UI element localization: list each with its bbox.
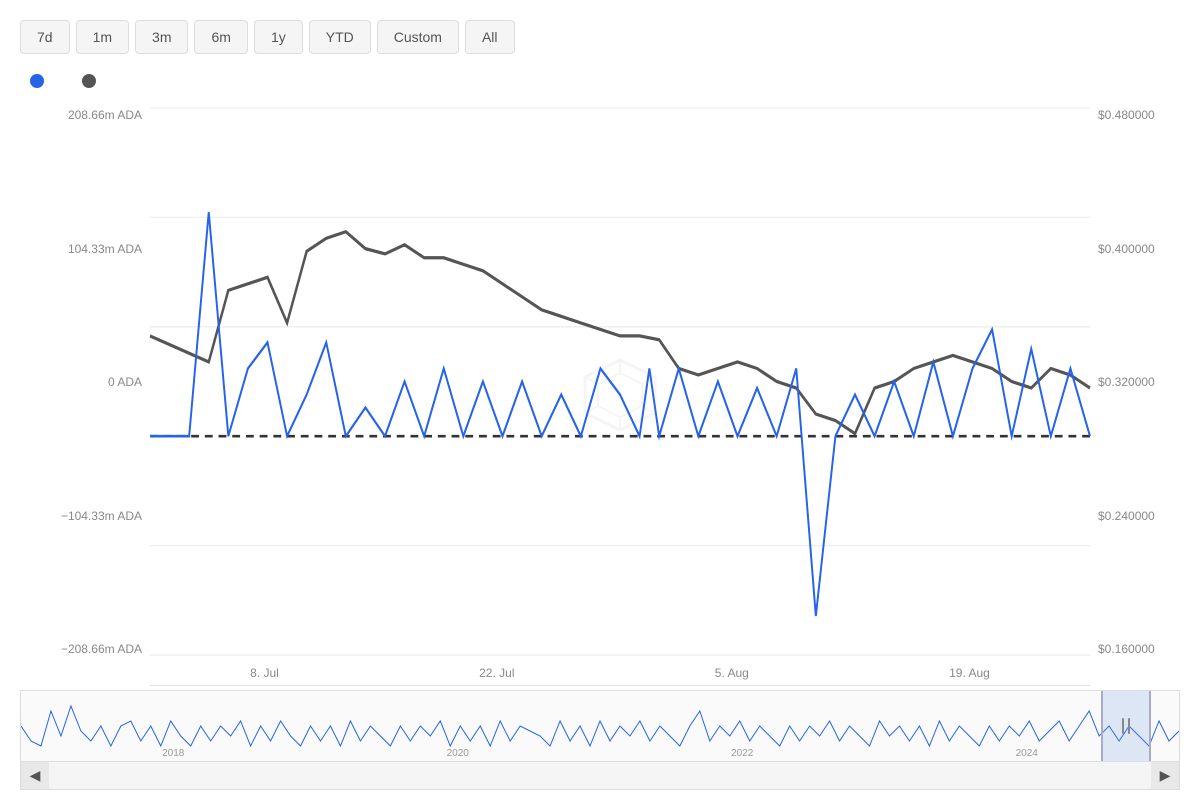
main-chart-svg xyxy=(150,108,1090,655)
x-axis-label: 8. Jul xyxy=(250,666,279,680)
chart-area: 8. Jul 22. Jul 5. Aug 19. Aug xyxy=(150,108,1090,686)
nav-right-button[interactable]: ▶ xyxy=(1151,762,1179,790)
mini-year-labels: 2018 2020 2022 2024 xyxy=(21,748,1179,759)
mini-year-label: 2022 xyxy=(731,748,753,759)
grip-line-1 xyxy=(1122,718,1124,734)
time-btn-custom[interactable]: Custom xyxy=(377,20,459,54)
time-btn-1y[interactable]: 1y xyxy=(254,20,303,54)
price-dot xyxy=(82,74,96,88)
y-axis-left-label: 0 ADA xyxy=(20,375,142,389)
y-axis-right-label: $0.480000 xyxy=(1098,108,1180,122)
legend-netflow xyxy=(30,74,52,88)
x-axis-labels: 8. Jul 22. Jul 5. Aug 19. Aug xyxy=(150,660,1090,686)
y-axis-right-label: $0.240000 xyxy=(1098,509,1180,523)
time-btn-7d[interactable]: 7d xyxy=(20,20,70,54)
time-btn-6m[interactable]: 6m xyxy=(194,20,247,54)
y-axis-right: $0.480000 $0.400000 $0.320000 $0.240000 $0.1… xyxy=(1090,108,1180,686)
mini-nav: ◀ ▶ xyxy=(21,761,1179,789)
x-axis-label: 22. Jul xyxy=(479,666,514,680)
time-range-buttons: 7d1m3m6m1yYTDCustomAll xyxy=(20,20,1180,54)
main-chart-wrapper: 208.66m ADA 104.33m ADA 0 ADA −104.33m ADA −… xyxy=(20,108,1180,686)
x-axis-label: 5. Aug xyxy=(715,666,749,680)
y-axis-right-label: $0.320000 xyxy=(1098,375,1180,389)
y-axis-right-label: $0.160000 xyxy=(1098,642,1180,656)
legend xyxy=(20,74,1180,88)
time-btn-all[interactable]: All xyxy=(465,20,515,54)
mini-year-label: 2020 xyxy=(447,748,469,759)
y-axis-left-label: 208.66m ADA xyxy=(20,108,142,122)
mini-chart: 2018 2020 2022 2024 ◀ ▶ xyxy=(20,690,1180,790)
x-axis-label: 19. Aug xyxy=(949,666,990,680)
time-btn-ytd[interactable]: YTD xyxy=(309,20,371,54)
grip-line-2 xyxy=(1128,718,1130,734)
time-btn-1m[interactable]: 1m xyxy=(76,20,129,54)
legend-price xyxy=(82,74,104,88)
y-axis-left-label: 104.33m ADA xyxy=(20,242,142,256)
scroll-grips xyxy=(1122,718,1130,734)
y-axis-left-label: −104.33m ADA xyxy=(20,509,142,523)
mini-year-label: 2018 xyxy=(162,748,184,759)
y-axis-left-label: −208.66m ADA xyxy=(20,642,142,656)
y-axis-left: 208.66m ADA 104.33m ADA 0 ADA −104.33m ADA −… xyxy=(20,108,150,686)
netflow-dot xyxy=(30,74,44,88)
time-btn-3m[interactable]: 3m xyxy=(135,20,188,54)
mini-year-label: 2024 xyxy=(1016,748,1038,759)
y-axis-right-label: $0.400000 xyxy=(1098,242,1180,256)
nav-left-button[interactable]: ◀ xyxy=(21,762,49,790)
main-container: 7d1m3m6m1yYTDCustomAll 208.66m ADA 104.33… xyxy=(0,0,1200,800)
